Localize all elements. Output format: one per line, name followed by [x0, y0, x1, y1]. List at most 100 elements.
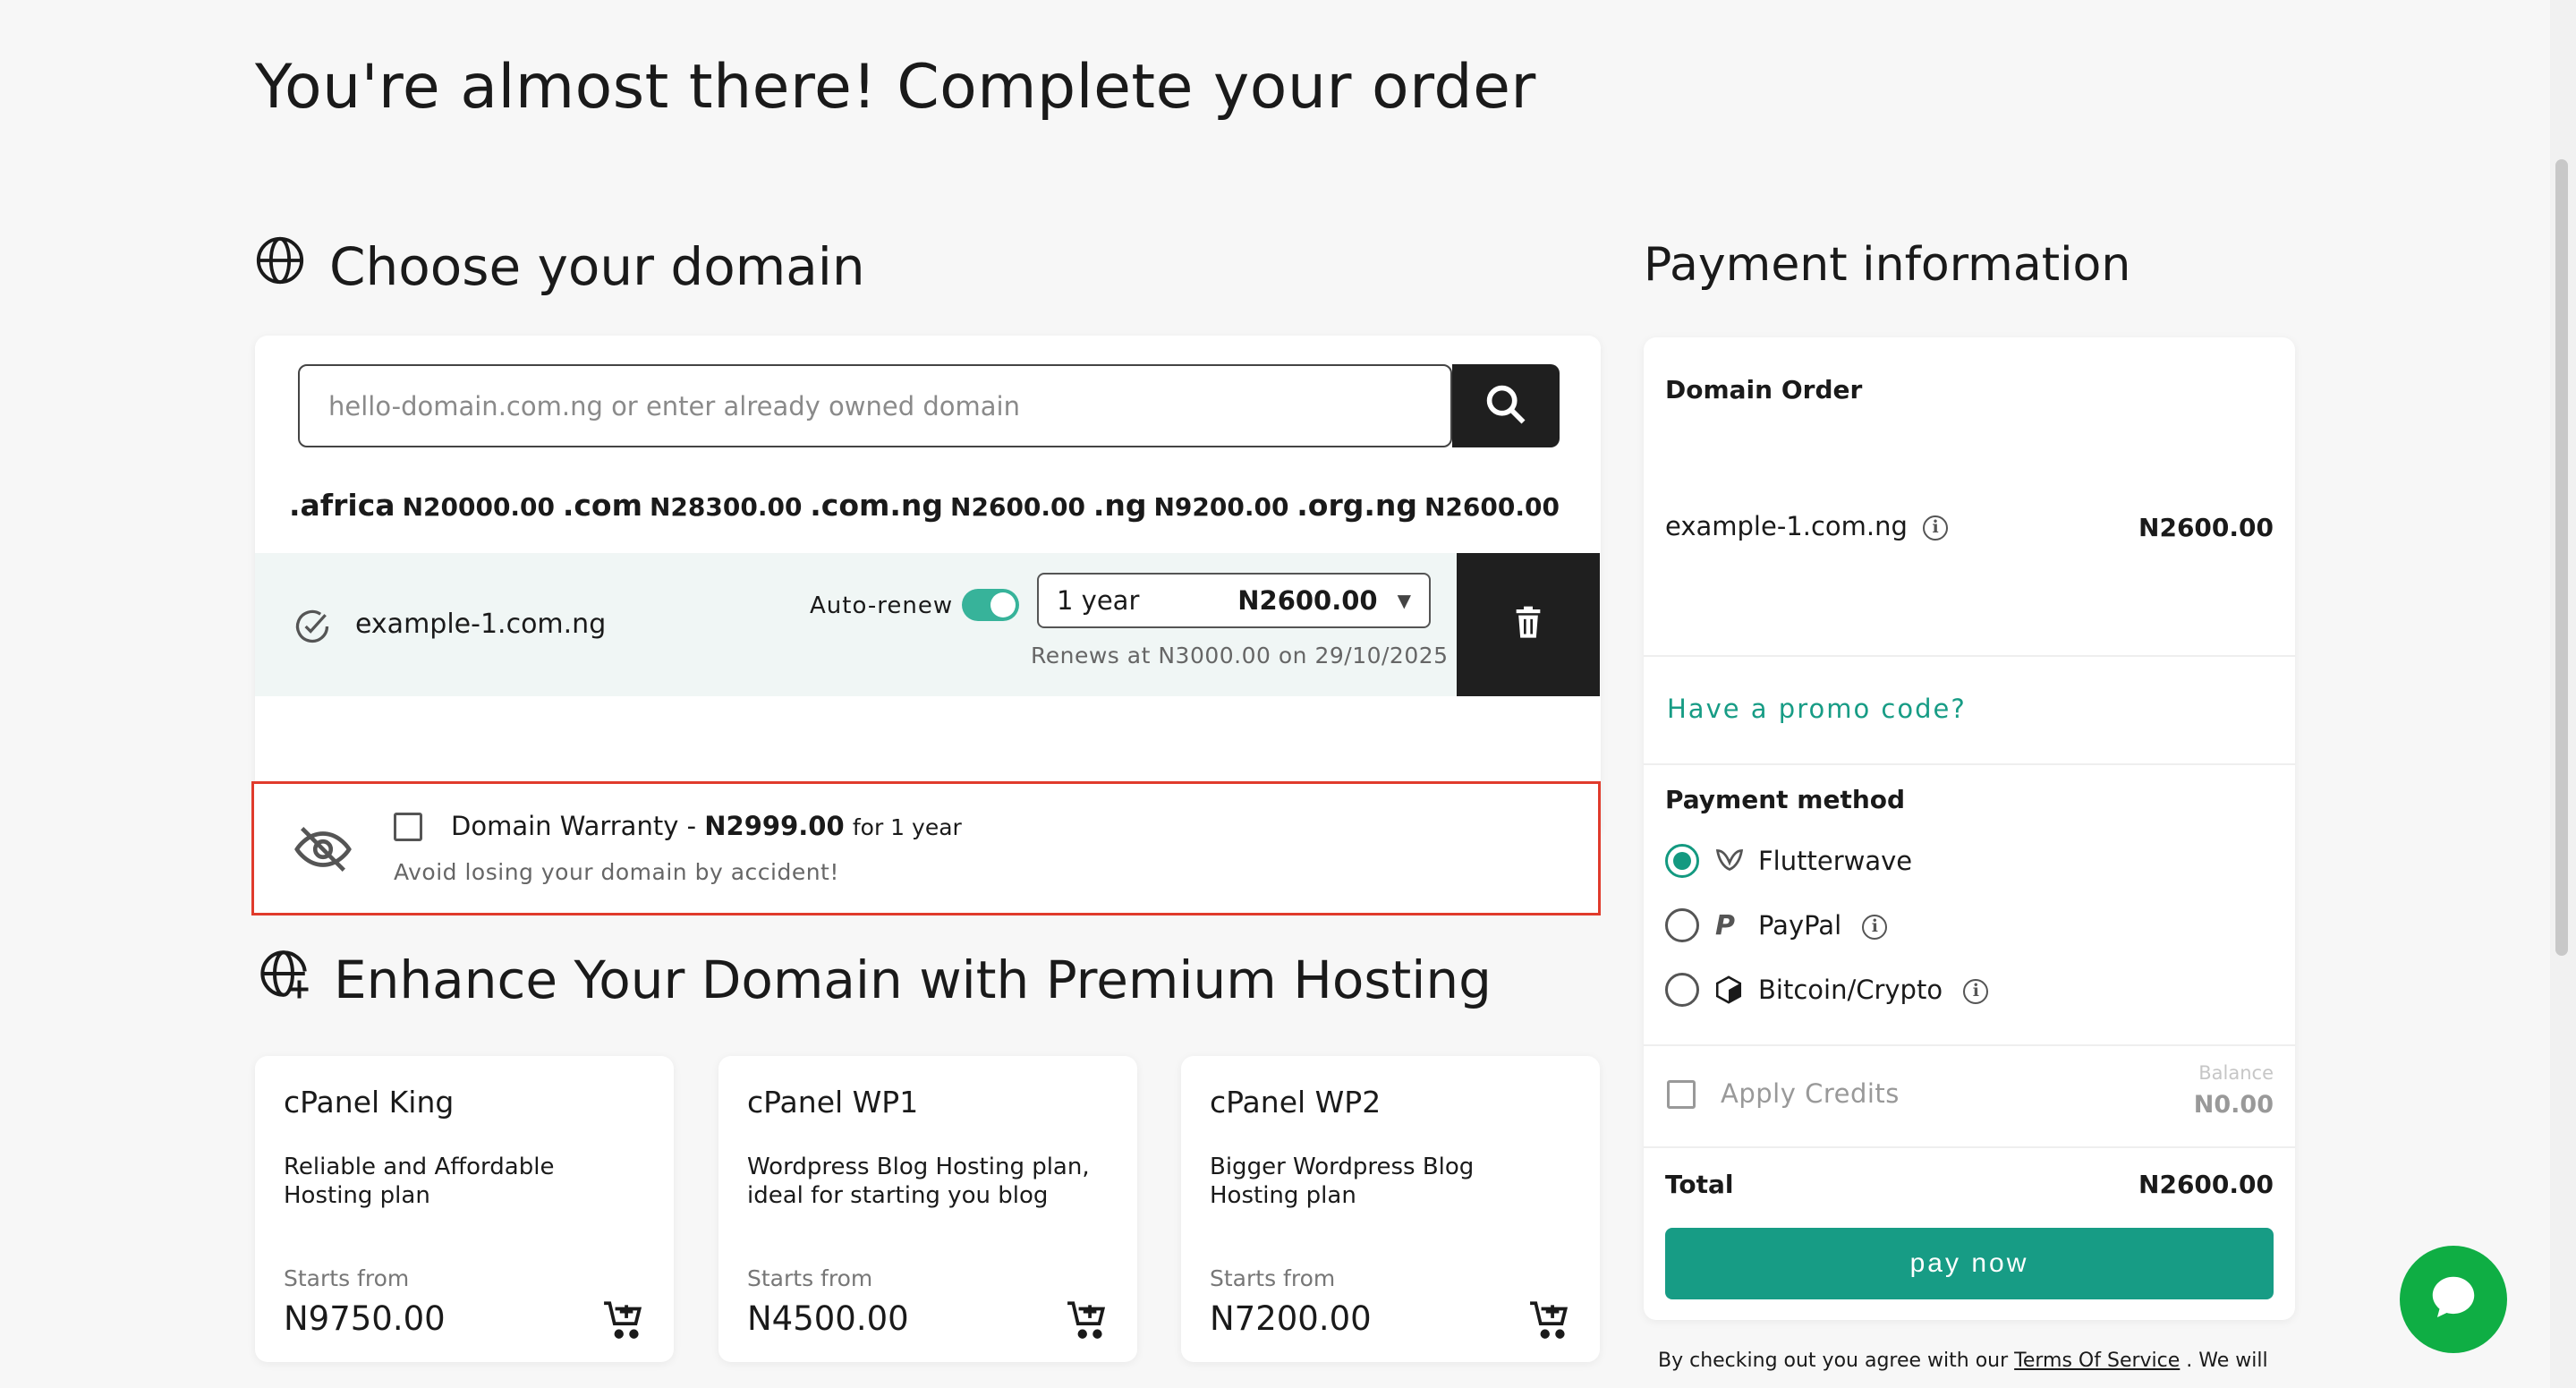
tld-price: N9200.00: [1153, 492, 1289, 522]
radio-flutterwave[interactable]: [1665, 844, 1699, 878]
trash-icon: [1510, 605, 1546, 644]
apply-credits-label: Apply Credits: [1721, 1078, 1900, 1109]
total-label: Total: [1665, 1170, 1734, 1199]
tld-price-list: .africa N20000.00 .com N28300.00 .com.ng N2…: [289, 488, 1560, 523]
payment-title-text: Payment information: [1644, 238, 2131, 292]
tld-price: N2600.00: [950, 492, 1086, 522]
domain-search-input[interactable]: hello-domain.com.ng or enter already own…: [298, 364, 1452, 447]
order-heading: Domain Order: [1665, 375, 1863, 404]
balance-value: N0.00: [2193, 1091, 2274, 1119]
flutterwave-icon: [1713, 844, 1746, 880]
plan-description: Wordpress Blog Hosting plan, ideal for s…: [747, 1154, 1090, 1209]
order-item: example-1.com.ng i: [1665, 511, 1949, 541]
tld-name: .africa: [289, 488, 395, 523]
payment-method-heading: Payment method: [1665, 785, 1906, 814]
page-title: You're almost there! Complete your order: [255, 52, 1536, 123]
tld-item[interactable]: .ng N9200.00: [1093, 488, 1289, 523]
terms-prefix: By checking out you agree with our: [1658, 1350, 2015, 1372]
remove-domain-button[interactable]: [1457, 553, 1600, 696]
period-price: N2600.00: [1237, 585, 1378, 616]
tld-price: N2600.00: [1424, 492, 1560, 522]
auto-renew-toggle[interactable]: [962, 589, 1019, 621]
warranty-note: Avoid losing your domain by accident!: [394, 859, 839, 885]
starts-from-label: Starts from: [1210, 1265, 1336, 1291]
plan-price: N9750.00: [284, 1299, 446, 1338]
warranty-label-text: Domain Warranty -: [451, 811, 705, 841]
selected-domain-name: example-1.com.ng: [355, 609, 607, 640]
pay-now-button[interactable]: pay now: [1665, 1228, 2274, 1299]
radio-bitcoin-crypto[interactable]: [1665, 973, 1699, 1007]
domain-section-title-text: Choose your domain: [329, 236, 865, 297]
payment-title: Payment information: [1644, 238, 2130, 292]
globe-icon: [254, 234, 306, 299]
divider: [1644, 1146, 2295, 1148]
terms-of-service-link[interactable]: Terms Of Service: [2014, 1350, 2180, 1372]
method-label-text: Bitcoin/Crypto: [1758, 975, 1943, 1005]
paypal-icon: P: [1715, 910, 1735, 941]
terms-text: By checking out you agree with our Terms…: [1658, 1350, 2268, 1372]
info-icon[interactable]: i: [1923, 515, 1949, 541]
balance-label: Balance: [2198, 1062, 2274, 1084]
starts-from-label: Starts from: [284, 1265, 410, 1291]
total-value: N2600.00: [2138, 1170, 2274, 1199]
plan-name: cPanel WP1: [747, 1085, 919, 1120]
info-icon[interactable]: i: [1963, 979, 1989, 1004]
chat-bubble-icon: [2426, 1270, 2481, 1329]
selected-domain-row: example-1.com.ng Auto-renew 1 year N2600…: [255, 553, 1457, 696]
apply-credits-checkbox[interactable]: [1667, 1080, 1696, 1109]
tld-name: .org.ng: [1297, 488, 1417, 523]
search-icon: [1483, 381, 1529, 431]
warranty-label: Domain Warranty - N2999.00 for 1 year: [451, 811, 962, 841]
radio-paypal[interactable]: [1665, 908, 1699, 942]
method-label: Flutterwave: [1758, 846, 1913, 876]
auto-renew-label: Auto-renew: [810, 592, 954, 619]
divider: [1644, 763, 2295, 765]
eye-off-icon: [292, 818, 354, 884]
starts-from-label: Starts from: [747, 1265, 873, 1291]
domain-card: hello-domain.com.ng or enter already own…: [251, 336, 1601, 915]
tld-item[interactable]: .com.ng N2600.00: [810, 488, 1085, 523]
tld-name: .com.ng: [810, 488, 944, 523]
method-label: PayPal i: [1758, 910, 1888, 941]
tld-price: N20000.00: [402, 492, 556, 522]
order-price: N2600.00: [2138, 513, 2274, 542]
add-to-cart-icon[interactable]: [1066, 1298, 1110, 1346]
plan-description: Reliable and Affordable Hosting plan: [284, 1154, 555, 1209]
domain-section-title: Choose your domain: [254, 234, 865, 299]
divider: [1644, 655, 2295, 657]
tld-name: .ng: [1092, 488, 1147, 523]
plan-name: cPanel WP2: [1210, 1085, 1382, 1120]
search-button[interactable]: [1452, 364, 1560, 447]
warranty-checkbox[interactable]: [394, 813, 422, 841]
hosting-section-title: Enhance Your Domain with Premium Hosting: [257, 947, 1492, 1013]
payment-card: Domain Order example-1.com.ng i N2600.00…: [1644, 337, 2295, 1320]
tld-name: .com: [562, 488, 642, 523]
hosting-plan-card[interactable]: cPanel WP2 Bigger Wordpress Blog Hosting…: [1181, 1056, 1600, 1362]
add-to-cart-icon[interactable]: [1528, 1298, 1573, 1346]
tld-item[interactable]: .com N28300.00: [563, 488, 803, 523]
tld-price: N28300.00: [649, 492, 803, 522]
add-to-cart-icon[interactable]: [602, 1298, 647, 1346]
promo-code-link[interactable]: Have a promo code?: [1667, 694, 1967, 724]
warranty-price: N2999.00: [704, 811, 845, 841]
tld-item[interactable]: .africa N20000.00: [289, 488, 555, 523]
plan-description: Bigger Wordpress Blog Hosting plan: [1210, 1154, 1475, 1209]
method-label-text: PayPal: [1758, 910, 1842, 941]
hosting-plan-card[interactable]: cPanel King Reliable and Affordable Host…: [255, 1056, 674, 1362]
tld-item[interactable]: .org.ng N2600.00: [1297, 488, 1560, 523]
order-item-name: example-1.com.ng: [1665, 511, 1908, 541]
scrollbar-thumb[interactable]: [2555, 159, 2568, 956]
renew-note: Renews at N3000.00 on 29/10/2025: [1031, 643, 1449, 668]
info-icon[interactable]: i: [1862, 915, 1888, 940]
hosting-plan-card[interactable]: cPanel WP1 Wordpress Blog Hosting plan, …: [718, 1056, 1137, 1362]
period-value: 1 year: [1057, 585, 1140, 616]
period-select[interactable]: 1 year N2600.00 ▼: [1037, 573, 1431, 628]
chat-widget-button[interactable]: [2400, 1246, 2507, 1353]
search-placeholder: hello-domain.com.ng or enter already own…: [328, 390, 1020, 422]
plan-price: N7200.00: [1210, 1299, 1372, 1338]
method-label: Bitcoin/Crypto i: [1758, 975, 1989, 1005]
globe-plus-icon: [257, 947, 310, 1013]
divider: [1644, 1044, 2295, 1046]
check-circle-icon: [293, 607, 332, 650]
domain-warranty-option: Domain Warranty - N2999.00 for 1 year Av…: [251, 781, 1601, 915]
